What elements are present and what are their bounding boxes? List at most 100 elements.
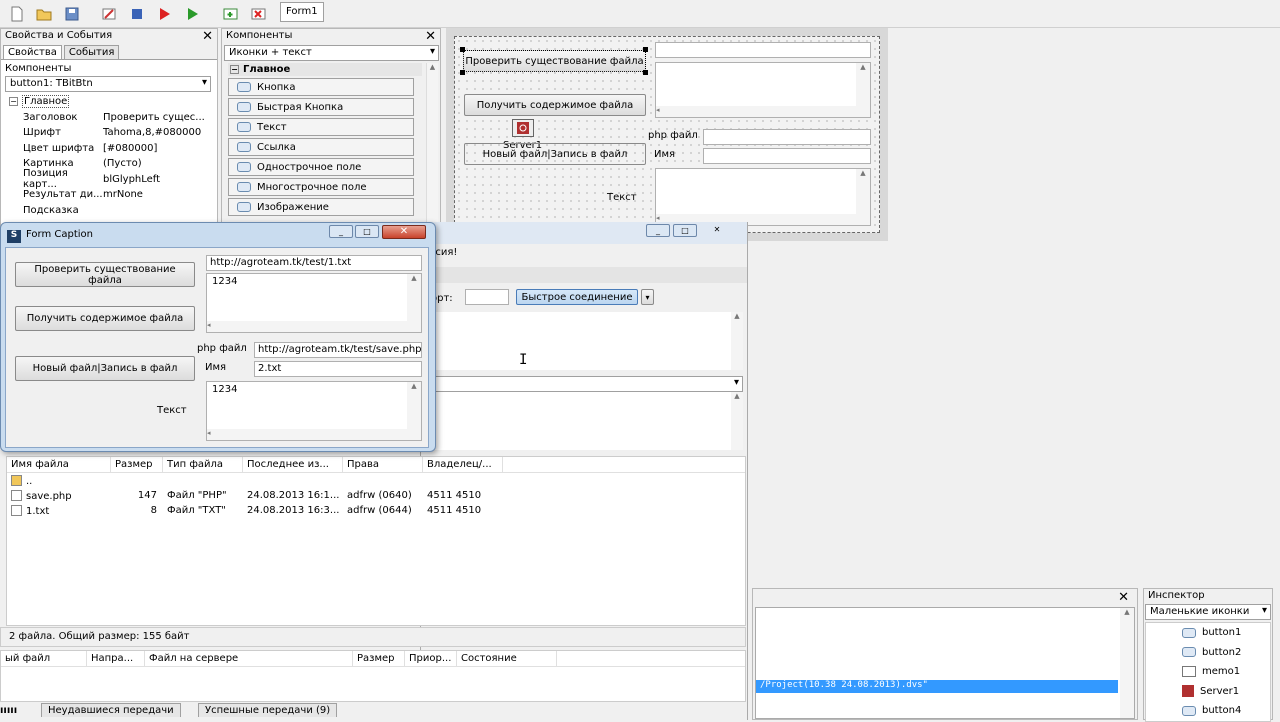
palette-item[interactable]: Текст <box>228 118 414 136</box>
property-group-main[interactable]: Главное <box>22 95 70 109</box>
close-icon[interactable]: ✕ <box>202 29 213 44</box>
column-header[interactable]: Размер <box>111 456 163 473</box>
design-url-input[interactable] <box>655 42 871 58</box>
new-file-write-button[interactable]: Новый файл|Запись в файл <box>15 356 195 381</box>
new-file-icon[interactable] <box>8 5 26 23</box>
queue-column-header[interactable]: Приор... <box>405 650 457 667</box>
palette-scrollbar[interactable]: ▲ <box>426 63 438 223</box>
column-header[interactable]: Права <box>343 456 423 473</box>
property-value[interactable]: Проверить сущес... <box>103 112 205 123</box>
inspector-item[interactable]: Server1 <box>1146 682 1270 702</box>
design-memo2[interactable]: ▲ ◂ <box>655 168 871 226</box>
palette-item[interactable]: Многострочное поле <box>228 178 414 196</box>
stop-icon[interactable] <box>128 5 146 23</box>
remote-path-select[interactable] <box>431 376 743 392</box>
add-form-icon[interactable] <box>222 5 240 23</box>
queue-column-header[interactable]: Размер <box>353 650 405 667</box>
palette-item[interactable]: Быстрая Кнопка <box>228 98 414 116</box>
remote-file-list[interactable]: Имя файла Размер Тип файла Последнее из... П… <box>6 456 746 626</box>
close-icon[interactable]: ✕ <box>382 225 426 239</box>
column-header[interactable]: Тип файла <box>163 456 243 473</box>
tab-successful-transfers[interactable]: Успешные передачи (9) <box>198 703 338 717</box>
transfer-queue[interactable]: ый файл Напра... Файл на сервере Размер Прио… <box>0 650 746 702</box>
collapse-icon[interactable]: − <box>230 65 239 74</box>
remote-tree[interactable]: ▲ <box>431 392 743 450</box>
column-header[interactable]: Последнее из... <box>243 456 343 473</box>
property-row[interactable]: Результат ди... mrNone <box>3 187 215 203</box>
close-icon[interactable]: ✕ <box>425 29 436 44</box>
check-file-exists-button[interactable]: Проверить существование файла <box>15 262 195 287</box>
component-select[interactable]: button1: TBitBtn <box>5 76 211 92</box>
ftp-log-area[interactable]: ▲ <box>431 312 743 370</box>
quick-connect-button[interactable]: Быстрое соединение <box>516 289 638 305</box>
tab-form1[interactable]: Form1 <box>280 2 324 22</box>
property-value[interactable]: blGlyphLeft <box>103 174 160 185</box>
property-row[interactable]: Шрифт Tahoma,8,#080000 <box>3 125 215 141</box>
column-header[interactable]: Владелец/... <box>423 456 503 473</box>
form-window-title: Form Caption <box>26 229 93 240</box>
table-row[interactable]: save.php 147 Файл "PHP" 24.08.2013 16:1... a… <box>7 488 745 503</box>
quick-connect-dropdown[interactable]: ▾ <box>641 289 654 305</box>
run-debug-icon[interactable] <box>155 5 173 23</box>
queue-tab-fragment[interactable]: ııııı <box>0 705 17 716</box>
tab-events[interactable]: События <box>63 45 120 59</box>
design-canvas[interactable]: Проверить существование файла Получить с… <box>454 36 880 233</box>
design-button3[interactable]: Новый файл|Запись в файл <box>464 143 646 165</box>
file-content-memo[interactable]: 1234 ▲ ◂ <box>206 273 422 333</box>
log-scrollbar[interactable]: ▲ <box>1120 608 1134 718</box>
property-value[interactable]: mrNone <box>103 189 143 200</box>
queue-column-header[interactable]: Напра... <box>87 650 145 667</box>
design-button1[interactable]: Проверить существование файла <box>463 50 646 72</box>
design-button2[interactable]: Получить содержимое файла <box>464 94 646 116</box>
get-file-content-button[interactable]: Получить содержимое файла <box>15 306 195 331</box>
collapse-icon[interactable]: − <box>9 97 18 107</box>
queue-column-header[interactable]: Файл на сервере <box>145 650 353 667</box>
inspector-item[interactable]: button2 <box>1146 643 1270 663</box>
property-value[interactable]: Tahoma,8,#080000 <box>103 127 201 138</box>
tab-properties[interactable]: Свойства <box>3 45 62 59</box>
queue-column-header[interactable]: ый файл <box>1 650 87 667</box>
log-line-selected[interactable]: /Project(10.38 24.08.2013).dvs" <box>756 680 1118 693</box>
inspector-item[interactable]: button1 <box>1146 623 1270 643</box>
inspector-item[interactable]: button4 <box>1146 701 1270 721</box>
save-icon[interactable] <box>63 5 81 23</box>
close-icon[interactable]: ✕ <box>1118 590 1129 605</box>
tab-failed-transfers[interactable]: Неудавшиеся передачи <box>41 703 181 717</box>
property-row[interactable]: Заголовок Проверить сущес... <box>3 110 215 126</box>
property-row[interactable]: Позиция карт... blGlyphLeft <box>3 168 215 190</box>
property-row[interactable]: Подсказка <box>3 203 215 219</box>
palette-item[interactable]: Однострочное поле <box>228 158 414 176</box>
design-memo1[interactable]: ▲ ◂ <box>655 62 871 118</box>
table-row[interactable]: 1.txt 8 Файл "TXT" 24.08.2013 16:3... adfrw … <box>7 503 745 518</box>
inspector-item[interactable]: memo1 <box>1146 662 1270 682</box>
design-php-input[interactable] <box>703 129 871 145</box>
property-value[interactable]: (Пусто) <box>103 158 142 169</box>
minimize-icon[interactable]: _ <box>646 224 670 237</box>
queue-column-header[interactable]: Состояние <box>457 650 557 667</box>
palette-view-select[interactable]: Иконки + текст <box>224 45 439 61</box>
property-value[interactable]: [#080000] <box>103 143 157 154</box>
name-input[interactable]: 2.txt <box>254 361 422 377</box>
maximize-icon[interactable]: □ <box>355 225 379 238</box>
delete-form-icon[interactable] <box>250 5 268 23</box>
run-icon[interactable] <box>183 5 201 23</box>
name-label: Имя <box>205 362 227 373</box>
php-file-input[interactable]: http://agroteam.tk/test/save.php <box>254 342 422 358</box>
maximize-icon[interactable]: □ <box>673 224 697 237</box>
design-name-input[interactable] <box>703 148 871 164</box>
file-url-input[interactable]: http://agroteam.tk/test/1.txt <box>206 255 422 271</box>
open-folder-icon[interactable] <box>35 5 53 23</box>
close-icon[interactable]: ✕ <box>705 224 729 237</box>
edit-form-icon[interactable] <box>100 5 118 23</box>
inspector-view-select[interactable]: Маленькие иконки <box>1145 604 1271 620</box>
palette-item[interactable]: Кнопка <box>228 78 414 96</box>
minimize-icon[interactable]: _ <box>329 225 353 238</box>
port-input[interactable] <box>465 289 509 305</box>
palette-item[interactable]: Ссылка <box>228 138 414 156</box>
text-memo[interactable]: 1234 ▲ ◂ <box>206 381 422 441</box>
server-component-icon[interactable] <box>512 119 534 137</box>
column-header[interactable]: Имя файла <box>7 456 111 473</box>
property-row[interactable]: Цвет шрифта [#080000] <box>3 141 215 157</box>
palette-item[interactable]: Изображение <box>228 198 414 216</box>
table-row[interactable]: .. <box>7 473 745 488</box>
